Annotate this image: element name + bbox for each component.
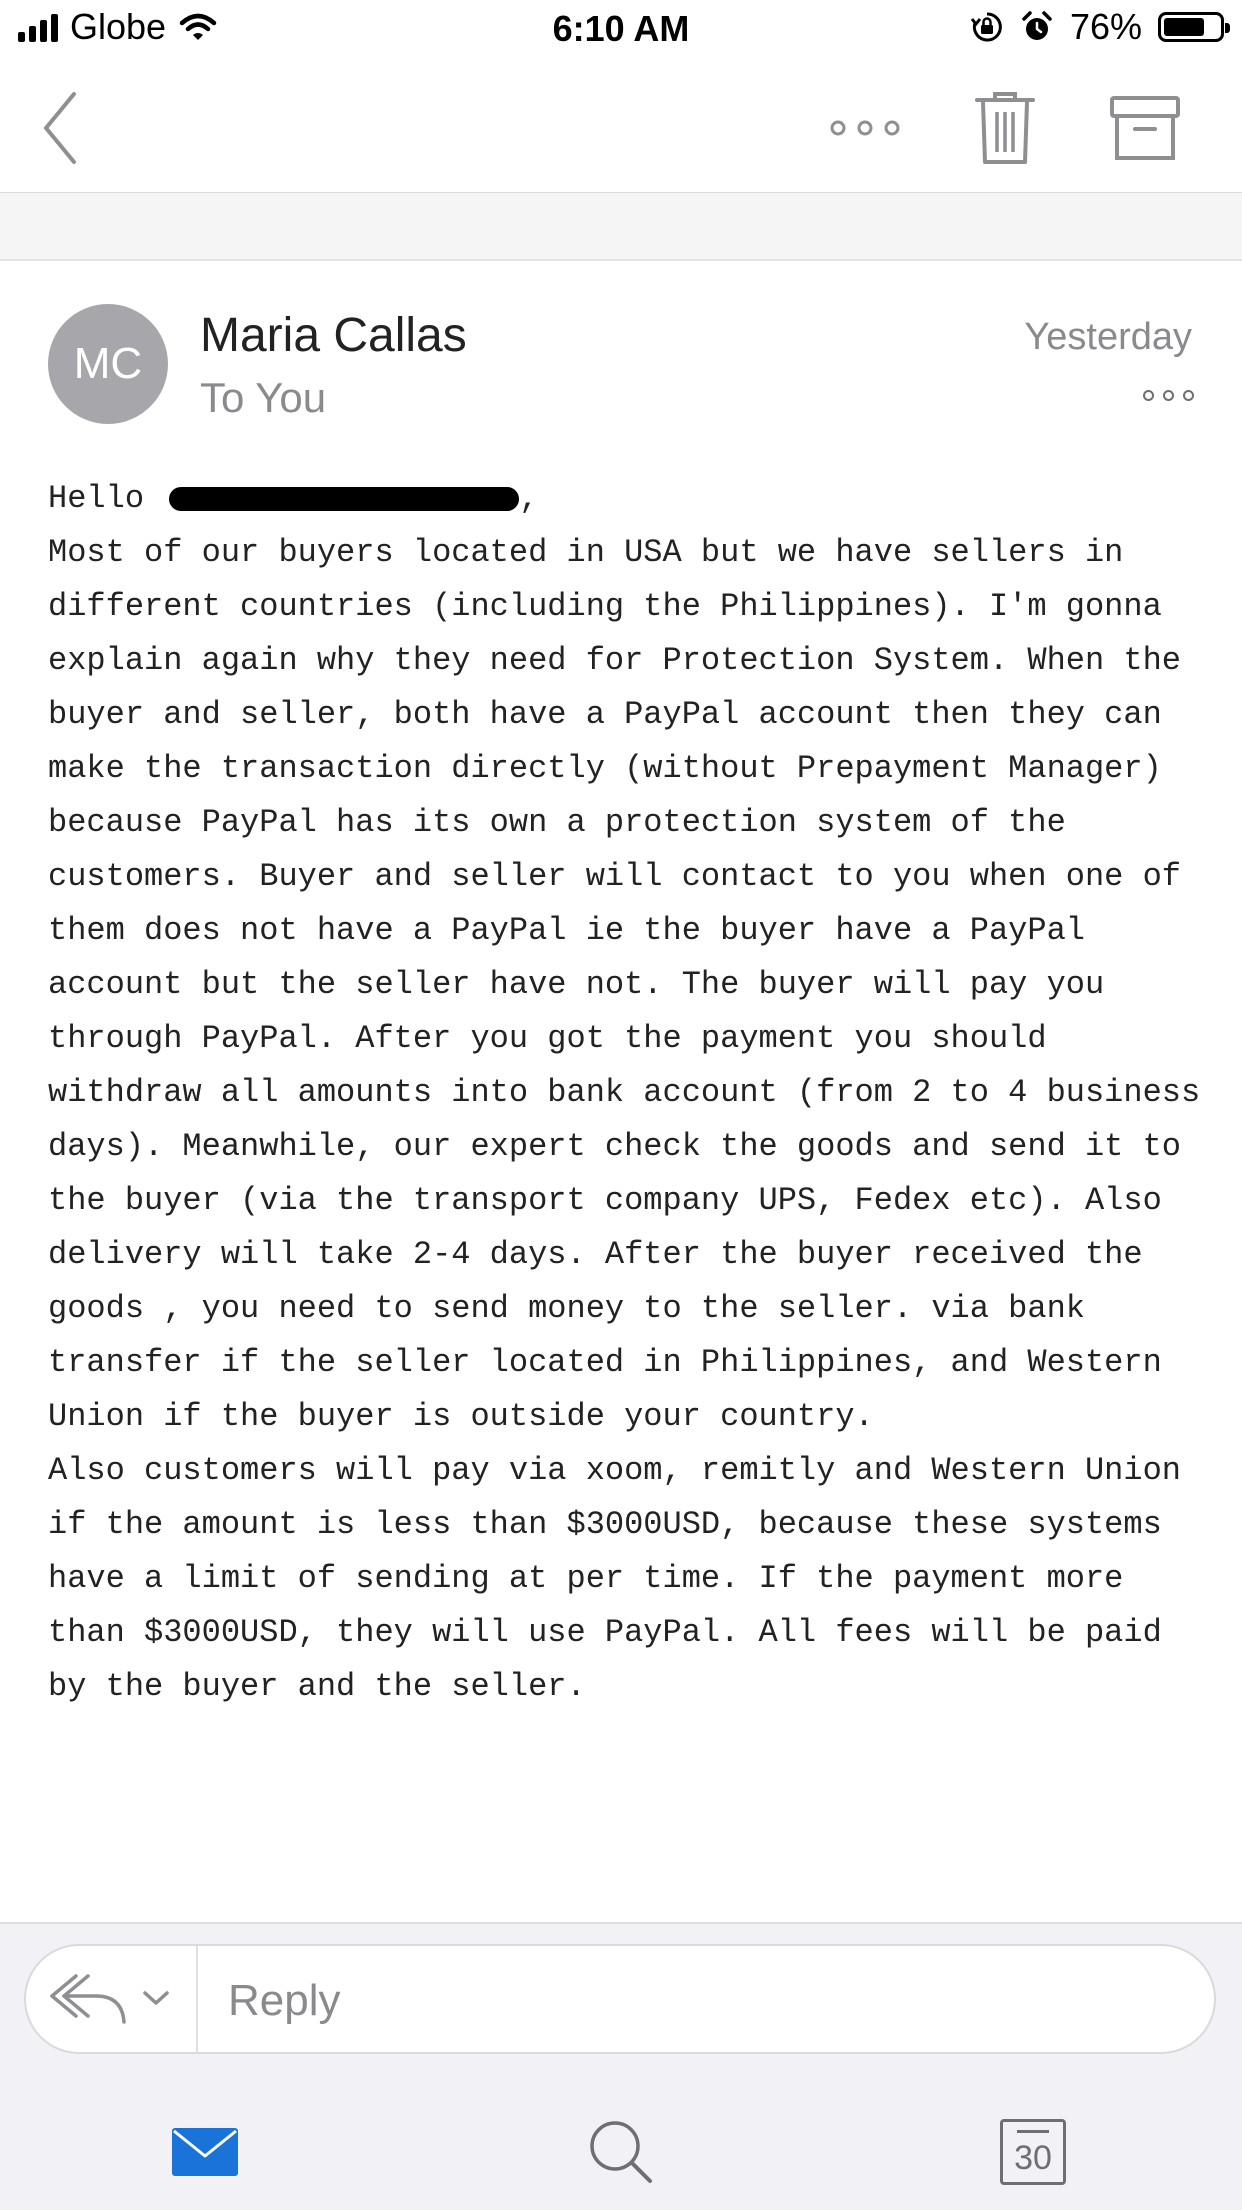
dot-icon — [1163, 390, 1174, 401]
chevron-down-icon — [143, 1991, 169, 2005]
recipient-line[interactable]: To You — [200, 374, 326, 422]
status-bar: Globe 6:10 AM 76% — [0, 0, 1242, 64]
dot-icon — [1143, 390, 1154, 401]
message-date: Yesterday — [1024, 316, 1192, 358]
more-actions-button[interactable] — [820, 64, 910, 192]
back-chevron-icon — [44, 92, 76, 164]
orientation-lock-icon — [970, 12, 1002, 42]
sender-avatar[interactable]: MC — [48, 304, 168, 424]
calendar-icon: 30 — [1000, 2119, 1066, 2185]
alarm-icon — [1022, 11, 1052, 40]
tab-calendar[interactable]: 30 — [968, 2094, 1098, 2210]
mail-icon — [172, 2128, 238, 2176]
tab-search[interactable] — [556, 2094, 686, 2210]
battery-percent: 76% — [1069, 6, 1142, 47]
calendar-icon-bar — [1017, 2130, 1049, 2133]
search-icon — [590, 2121, 652, 2183]
reply-area: Reply 30 — [0, 1922, 1242, 2210]
battery-fill — [1164, 18, 1204, 36]
calendar-day: 30 — [1014, 2138, 1052, 2177]
reply-divider — [196, 1946, 198, 2052]
greeting-suffix: , — [519, 480, 539, 517]
reply-box[interactable]: Reply — [24, 1944, 1216, 2054]
sender-name[interactable]: Maria Callas — [200, 308, 467, 363]
delete-button[interactable] — [960, 64, 1050, 192]
redacted-name — [169, 486, 520, 511]
message-text: Most of our buyers located in USA but we… — [48, 534, 1201, 1705]
message-more-button[interactable] — [1143, 390, 1194, 401]
tab-bar: 30 — [0, 2094, 1242, 2210]
greeting: Hello — [48, 480, 145, 517]
archive-icon — [1110, 96, 1180, 160]
status-right: 76% — [970, 6, 1230, 48]
archive-button[interactable] — [1100, 64, 1190, 192]
nav-bar — [0, 64, 1242, 194]
dot-icon — [1183, 390, 1194, 401]
tab-mail[interactable] — [140, 2094, 270, 2210]
reply-all-icon — [50, 1974, 126, 2024]
reply-options-button[interactable] — [50, 1968, 170, 2028]
reply-input[interactable]: Reply — [228, 1976, 341, 2026]
more-horizontal-icon — [830, 120, 900, 136]
message-body: Hello , Most of our buyers located in US… — [48, 472, 1208, 1714]
back-button[interactable] — [20, 64, 100, 192]
trash-icon — [975, 92, 1035, 164]
battery-icon — [1158, 12, 1230, 42]
previous-message-strip[interactable] — [0, 193, 1242, 261]
